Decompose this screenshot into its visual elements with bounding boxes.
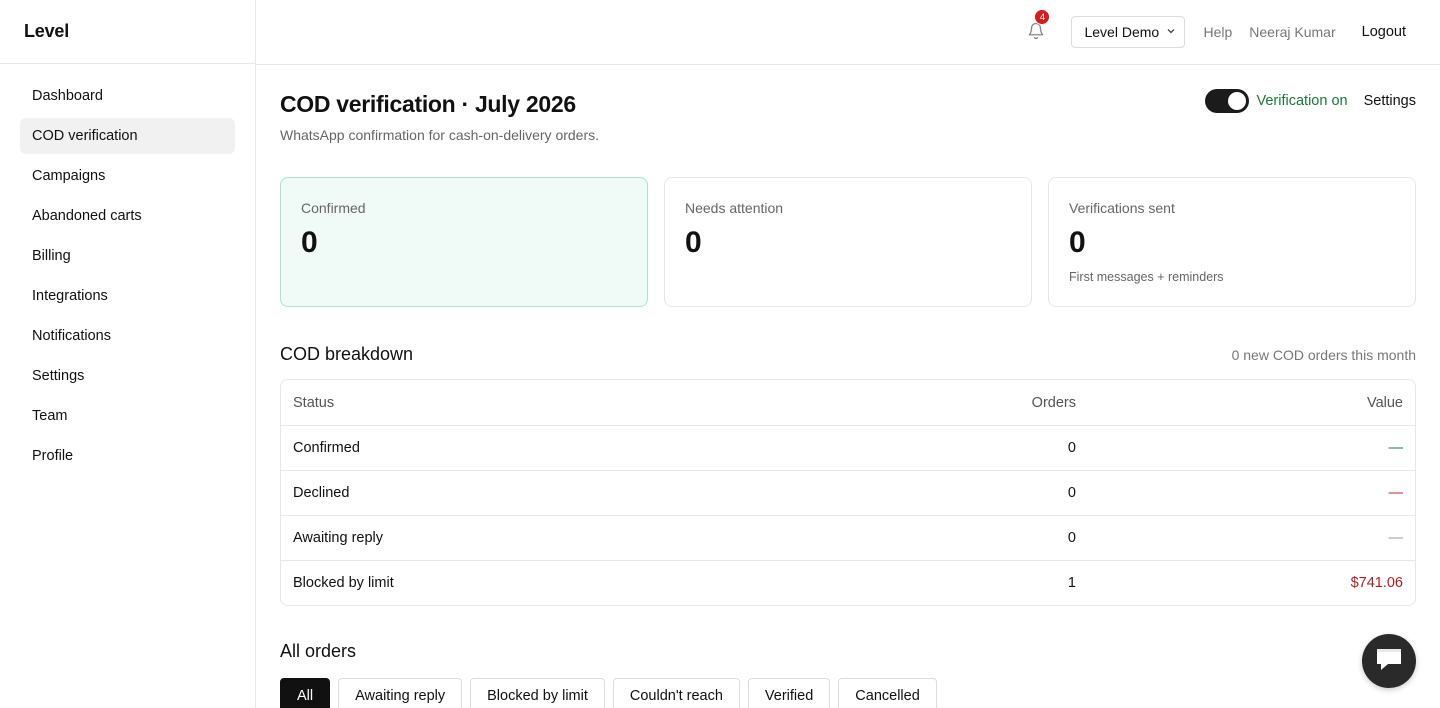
notifications-bell-button[interactable]: 4 [1027, 9, 1051, 44]
filter-verified[interactable]: Verified [747, 678, 831, 708]
row-value: — [1388, 485, 1404, 501]
stat-card-value: 0 [301, 226, 318, 259]
sidebar-item-abandoned-carts[interactable]: Abandoned carts [20, 198, 235, 234]
sidebar-item-team[interactable]: Team [20, 398, 235, 434]
stat-card-value: 0 [1069, 226, 1086, 259]
column-header-status[interactable]: Status [293, 395, 933, 411]
sidebar-item-campaigns[interactable]: Campaigns [20, 158, 235, 194]
column-header-orders[interactable]: Orders [933, 395, 1076, 411]
all-orders-title: All orders [280, 641, 357, 661]
stat-card-verifications-sent: Verifications sent 0 First messages + re… [1048, 177, 1416, 307]
bell-icon [1027, 22, 1045, 44]
notification-count-badge: 4 [1034, 9, 1051, 25]
table-row[interactable]: Awaiting reply 0 — [281, 515, 1415, 560]
breakdown-table: Status Orders Value Confirmed 0 — Declin… [280, 379, 1416, 606]
row-status: Awaiting reply [293, 530, 384, 546]
stat-card-label: Confirmed [301, 200, 366, 216]
filter-all[interactable]: All [280, 678, 331, 708]
stat-card-label: Needs attention [685, 200, 784, 216]
store-selector[interactable]: Level Demo [1071, 16, 1186, 48]
breakdown-title: COD breakdown [280, 344, 414, 364]
sidebar-item-notifications[interactable]: Notifications [20, 318, 235, 354]
row-value: — [1388, 440, 1404, 456]
breakdown-meta: 0 new COD orders this month [1231, 346, 1416, 363]
order-filter-tabs: All Awaiting reply Blocked by limit Coul… [280, 678, 937, 708]
verification-toggle[interactable] [1204, 89, 1249, 113]
column-header-value[interactable]: Value [1076, 395, 1403, 411]
row-orders: 0 [1067, 440, 1076, 456]
table-row[interactable]: Confirmed 0 — [281, 425, 1415, 470]
row-value: — [1388, 530, 1404, 546]
store-selector-value: Level Demo [1084, 24, 1160, 40]
settings-link[interactable]: Settings [1364, 93, 1416, 109]
page-title: COD verification · July 2026 [280, 91, 576, 117]
filter-cancelled[interactable]: Cancelled [838, 678, 937, 708]
filter-awaiting-reply[interactable]: Awaiting reply [338, 678, 463, 708]
row-orders: 0 [1067, 485, 1076, 501]
stat-card-note: First messages + reminders [1069, 270, 1224, 284]
sidebar-item-dashboard[interactable]: Dashboard [20, 78, 235, 114]
page-subtitle: WhatsApp confirmation for cash-on-delive… [280, 127, 600, 143]
sidebar-item-cod-verification[interactable]: COD verification [20, 118, 235, 154]
row-value: $741.06 [1350, 575, 1403, 591]
sidebar: Level Dashboard COD verification Campaig… [0, 0, 256, 708]
breakdown-header: COD breakdown 0 new COD orders this mont… [280, 344, 1416, 365]
verification-controls: Verification on Settings [1204, 89, 1416, 113]
help-link[interactable]: Help [1203, 24, 1232, 40]
row-status: Confirmed [293, 440, 360, 456]
sidebar-item-profile[interactable]: Profile [20, 438, 235, 474]
row-orders: 1 [1067, 575, 1076, 591]
stat-cards: Confirmed 0 Needs attention 0 Verificati… [280, 177, 1416, 307]
row-status: Blocked by limit [293, 575, 394, 591]
toggle-knob [1227, 92, 1246, 110]
row-orders: 0 [1067, 530, 1076, 546]
chat-icon [1374, 645, 1404, 678]
chevron-down-icon [1166, 26, 1176, 39]
sidebar-item-integrations[interactable]: Integrations [20, 278, 235, 314]
stat-card-label: Verifications sent [1069, 200, 1175, 216]
sidebar-item-settings[interactable]: Settings [20, 358, 235, 394]
sidebar-nav: Dashboard COD verification Campaigns Aba… [0, 64, 255, 474]
user-name[interactable]: Neeraj Kumar [1249, 24, 1335, 40]
logout-button[interactable]: Logout [1362, 24, 1406, 40]
table-row[interactable]: Declined 0 — [281, 470, 1415, 515]
chat-widget-button[interactable] [1362, 634, 1416, 688]
table-row[interactable]: Blocked by limit 1 $741.06 [281, 560, 1415, 605]
brand-logo[interactable]: Level [0, 0, 255, 64]
filter-couldnt-reach[interactable]: Couldn't reach [612, 678, 740, 708]
filter-blocked-by-limit[interactable]: Blocked by limit [470, 678, 605, 708]
stat-card-confirmed: Confirmed 0 [280, 177, 648, 307]
sidebar-item-billing[interactable]: Billing [20, 238, 235, 274]
stat-card-value: 0 [685, 226, 702, 259]
table-header-row: Status Orders Value [281, 380, 1415, 425]
top-bar: 4 Level Demo Help Neeraj Kumar Logout [256, 0, 1440, 65]
stat-card-needs-attention: Needs attention 0 [664, 177, 1032, 307]
verification-status-label: Verification on [1256, 93, 1348, 109]
row-status: Declined [293, 485, 350, 501]
